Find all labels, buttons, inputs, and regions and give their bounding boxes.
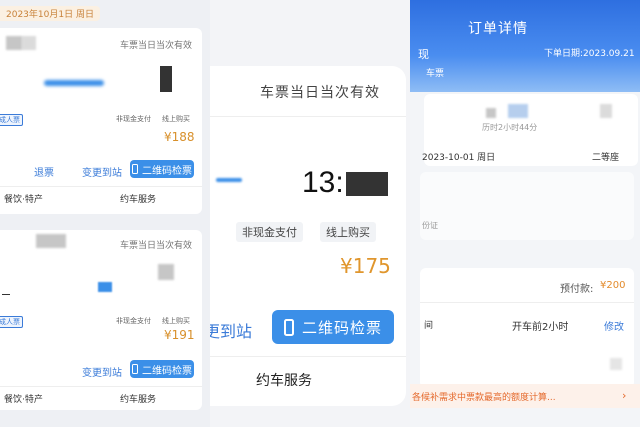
divider <box>0 386 202 387</box>
travel-date-chip: 2023年10月1日 周日 <box>0 6 100 21</box>
redacted-block <box>6 36 22 50</box>
ticket-card-2: 车票当日当次有效 成人票 非现金支付 线上购买 ¥191 变更到站 二维码检票 … <box>0 230 202 410</box>
phone-icon <box>132 164 138 174</box>
prepay-value: ¥200 <box>600 280 626 291</box>
payment-tag: 非现金支付 <box>236 222 303 242</box>
ticket-price: ¥191 <box>164 328 195 342</box>
qr-button-label: 二维码检票 <box>301 318 382 337</box>
passenger-card: 份证 <box>420 172 634 240</box>
change-station-link[interactable]: 变更到站 <box>82 164 122 179</box>
phone-icon <box>132 364 138 374</box>
departure-time: 13: <box>302 166 344 199</box>
travel-date: 2023-10-01 周日 <box>422 153 496 163</box>
refund-link[interactable]: 退票 <box>34 164 54 179</box>
payment-tag: 非现金支付 <box>116 317 151 325</box>
redacted-time <box>160 66 172 92</box>
chevron-right-icon[interactable]: › <box>622 389 626 402</box>
modify-link[interactable]: 修改 <box>604 318 624 333</box>
qr-check-in-button[interactable]: 二维码检票 <box>130 160 194 178</box>
trip-card: 历时2小时44分 2023-10-01 周日 二等座 <box>422 94 638 166</box>
qr-button-label: 二维码检票 <box>142 365 192 377</box>
qr-check-in-button[interactable]: 二维码检票 <box>130 360 194 378</box>
page-title: 订单详情 <box>468 21 528 37</box>
deadline-label: 间 <box>424 321 434 331</box>
redacted-time <box>346 172 388 196</box>
divider <box>420 302 634 303</box>
redacted-block <box>610 358 622 370</box>
route-mark <box>2 294 10 295</box>
food-specialty-link[interactable]: 餐饮·特产 <box>4 392 43 405</box>
ride-service-link[interactable]: 约车服务 <box>120 392 156 405</box>
qr-button-label: 二维码检票 <box>142 165 192 177</box>
valid-label: 车票当日当次有效 <box>260 85 380 101</box>
phone-icon <box>283 318 294 336</box>
divider <box>210 116 406 117</box>
left-screenshot-panel: 2023年10月1日 周日 车票当日当次有效 成人票 非现金支付 线上购买 ¥1… <box>0 0 210 427</box>
id-label: 份证 <box>422 221 438 230</box>
change-station-link[interactable]: 更到站 <box>210 318 252 342</box>
redacted-block <box>486 108 496 118</box>
seat-class: 二等座 <box>592 153 620 163</box>
divider <box>210 356 406 357</box>
ticket-card-1: 车票当日当次有效 成人票 非现金支付 线上购买 ¥188 退票 变更到站 二维码… <box>0 28 202 214</box>
ride-service-link[interactable]: 约车服务 <box>256 370 312 390</box>
order-header: 订单详情 现 下单日期:2023.09.21 车票 <box>410 0 640 92</box>
notice-text: 各候补需求中票款最高的额度计算... <box>412 393 556 403</box>
purchase-tag: 线上购买 <box>162 115 190 123</box>
redacted-block <box>600 104 612 118</box>
qr-check-in-button[interactable]: 二维码检票 <box>272 310 394 344</box>
ticket-card-zoomed: 车票当日当次有效 13: 非现金支付 线上购买 ¥175 更到站 二维码检票 约… <box>210 66 406 406</box>
train-route-line <box>44 80 104 86</box>
station-fragment: 现 <box>418 48 429 61</box>
valid-label: 车票当日当次有效 <box>120 41 193 51</box>
right-order-detail-panel: 订单详情 现 下单日期:2023.09.21 车票 历时2小时44分 2023-… <box>410 0 640 427</box>
redacted-time <box>158 264 174 280</box>
redacted-block <box>36 234 66 248</box>
train-route-line <box>98 282 112 292</box>
ticket-price: ¥175 <box>340 254 391 278</box>
change-station-link[interactable]: 变更到站 <box>82 364 122 379</box>
valid-label: 车票当日当次有效 <box>120 241 193 251</box>
prepay-label: 预付款: <box>560 284 594 295</box>
divider <box>0 186 202 187</box>
order-date: 下单日期:2023.09.21 <box>544 49 635 59</box>
passenger-type-badge: 成人票 <box>0 114 23 126</box>
redacted-block <box>508 104 528 118</box>
redacted-block <box>22 36 36 50</box>
passenger-type-badge: 成人票 <box>0 316 23 328</box>
trip-duration: 历时2小时44分 <box>482 123 538 132</box>
middle-zoomed-panel: 车票当日当次有效 13: 非现金支付 线上购买 ¥175 更到站 二维码检票 约… <box>210 0 410 427</box>
waitlist-card: 预付款: ¥200 间 开车前2小时 修改 <box>420 268 634 388</box>
notice-bar: 各候补需求中票款最高的额度计算... › <box>410 384 640 408</box>
ticket-type: 车票 <box>426 69 445 79</box>
deadline-value: 开车前2小时 <box>512 322 569 333</box>
purchase-tag: 线上购买 <box>162 317 190 325</box>
ticket-price: ¥188 <box>164 130 195 144</box>
train-route-line <box>216 178 242 182</box>
food-specialty-link[interactable]: 餐饮·特产 <box>4 192 43 205</box>
ride-service-link[interactable]: 约车服务 <box>120 192 156 205</box>
purchase-tag: 线上购买 <box>320 222 376 242</box>
payment-tag: 非现金支付 <box>116 115 151 123</box>
